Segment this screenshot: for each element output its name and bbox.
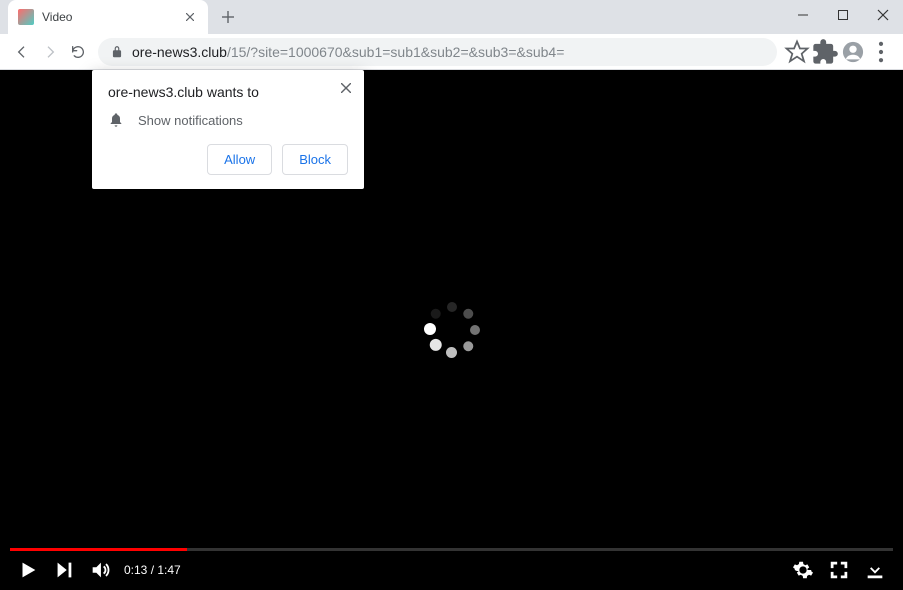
new-tab-button[interactable] bbox=[214, 3, 242, 31]
close-window-button[interactable] bbox=[863, 0, 903, 30]
url-text: ore-news3.club/15/?site=1000670&sub1=sub… bbox=[132, 44, 765, 60]
close-dialog-button[interactable] bbox=[336, 78, 356, 98]
volume-button[interactable] bbox=[82, 552, 118, 588]
play-button[interactable] bbox=[10, 552, 46, 588]
reload-button[interactable] bbox=[64, 38, 92, 66]
minimize-button[interactable] bbox=[783, 0, 823, 30]
back-button[interactable] bbox=[8, 38, 36, 66]
fullscreen-button[interactable] bbox=[821, 552, 857, 588]
video-controls: 0:13 / 1:47 bbox=[0, 550, 903, 590]
address-input[interactable]: ore-news3.club/15/?site=1000670&sub1=sub… bbox=[98, 38, 777, 66]
tab-bar: Video bbox=[0, 0, 903, 34]
bookmark-button[interactable] bbox=[783, 38, 811, 66]
download-button[interactable] bbox=[857, 552, 893, 588]
browser-tab[interactable]: Video bbox=[8, 0, 208, 34]
progress-bar[interactable] bbox=[10, 548, 893, 551]
time-display: 0:13 / 1:47 bbox=[124, 563, 181, 577]
favicon-icon bbox=[18, 9, 34, 25]
loading-spinner-icon bbox=[424, 302, 480, 358]
dialog-prompt: ore-news3.club wants to bbox=[108, 84, 348, 100]
window-controls bbox=[783, 0, 903, 30]
next-button[interactable] bbox=[46, 552, 82, 588]
menu-button[interactable] bbox=[867, 38, 895, 66]
notification-permission-dialog: ore-news3.club wants to Show notificatio… bbox=[92, 70, 364, 189]
bell-icon bbox=[108, 112, 124, 128]
maximize-button[interactable] bbox=[823, 0, 863, 30]
progress-fill bbox=[10, 548, 187, 551]
tab-title: Video bbox=[42, 10, 182, 24]
permission-label: Show notifications bbox=[138, 113, 243, 128]
close-tab-button[interactable] bbox=[182, 9, 198, 25]
address-bar: ore-news3.club/15/?site=1000670&sub1=sub… bbox=[0, 34, 903, 70]
extensions-button[interactable] bbox=[811, 38, 839, 66]
profile-button[interactable] bbox=[839, 38, 867, 66]
block-button[interactable]: Block bbox=[282, 144, 348, 175]
forward-button[interactable] bbox=[36, 38, 64, 66]
settings-button[interactable] bbox=[785, 552, 821, 588]
allow-button[interactable]: Allow bbox=[207, 144, 272, 175]
lock-icon bbox=[110, 45, 124, 59]
